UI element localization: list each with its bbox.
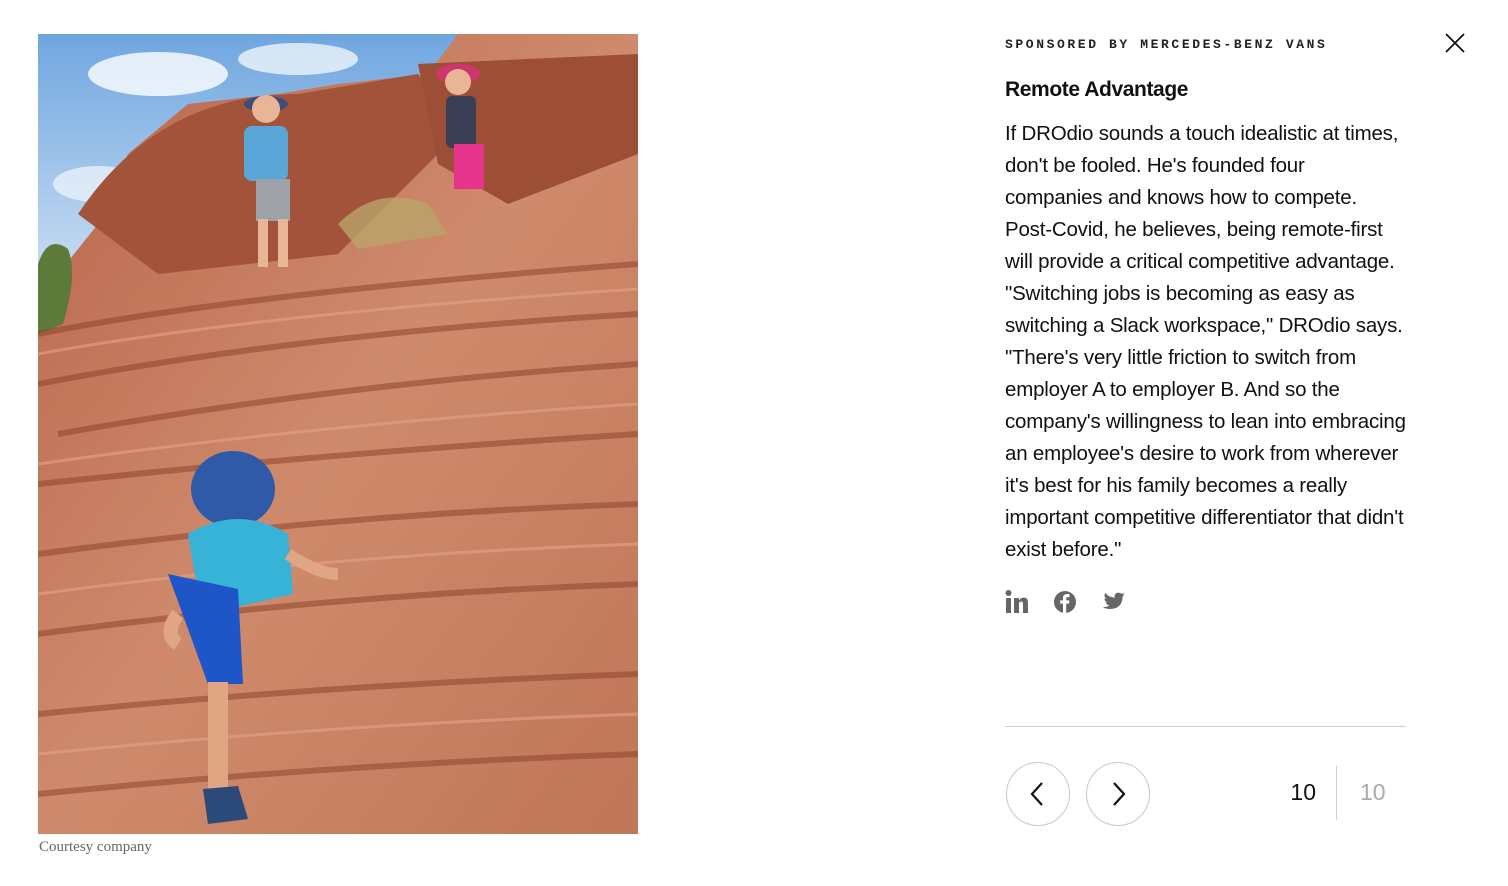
next-slide-button[interactable] [1086, 762, 1150, 826]
previous-slide-button[interactable] [1006, 762, 1070, 826]
twitter-icon[interactable] [1101, 589, 1125, 615]
photo-caption: Courtesy company [39, 839, 152, 855]
facebook-icon[interactable] [1053, 589, 1077, 615]
linkedin-icon[interactable] [1005, 589, 1029, 615]
current-slide-number: 10 [1290, 779, 1316, 805]
slide-body-text: If DROdio sounds a touch idealistic at t… [1005, 122, 1406, 561]
close-button[interactable] [1441, 29, 1469, 57]
sponsor-label: SPONSORED BY MERCEDES-BENZ VANS [1005, 37, 1328, 52]
close-icon [1445, 33, 1465, 53]
photo-image [38, 34, 638, 834]
divider [1005, 726, 1406, 727]
total-slide-count: 10 [1360, 779, 1386, 805]
share-bar [1005, 589, 1125, 615]
chevron-left-icon [1030, 782, 1043, 806]
slide-title: Remote Advantage [1005, 78, 1189, 101]
gallery-photo [38, 34, 638, 834]
chevron-right-icon [1113, 782, 1126, 806]
counter-divider [1336, 766, 1337, 820]
